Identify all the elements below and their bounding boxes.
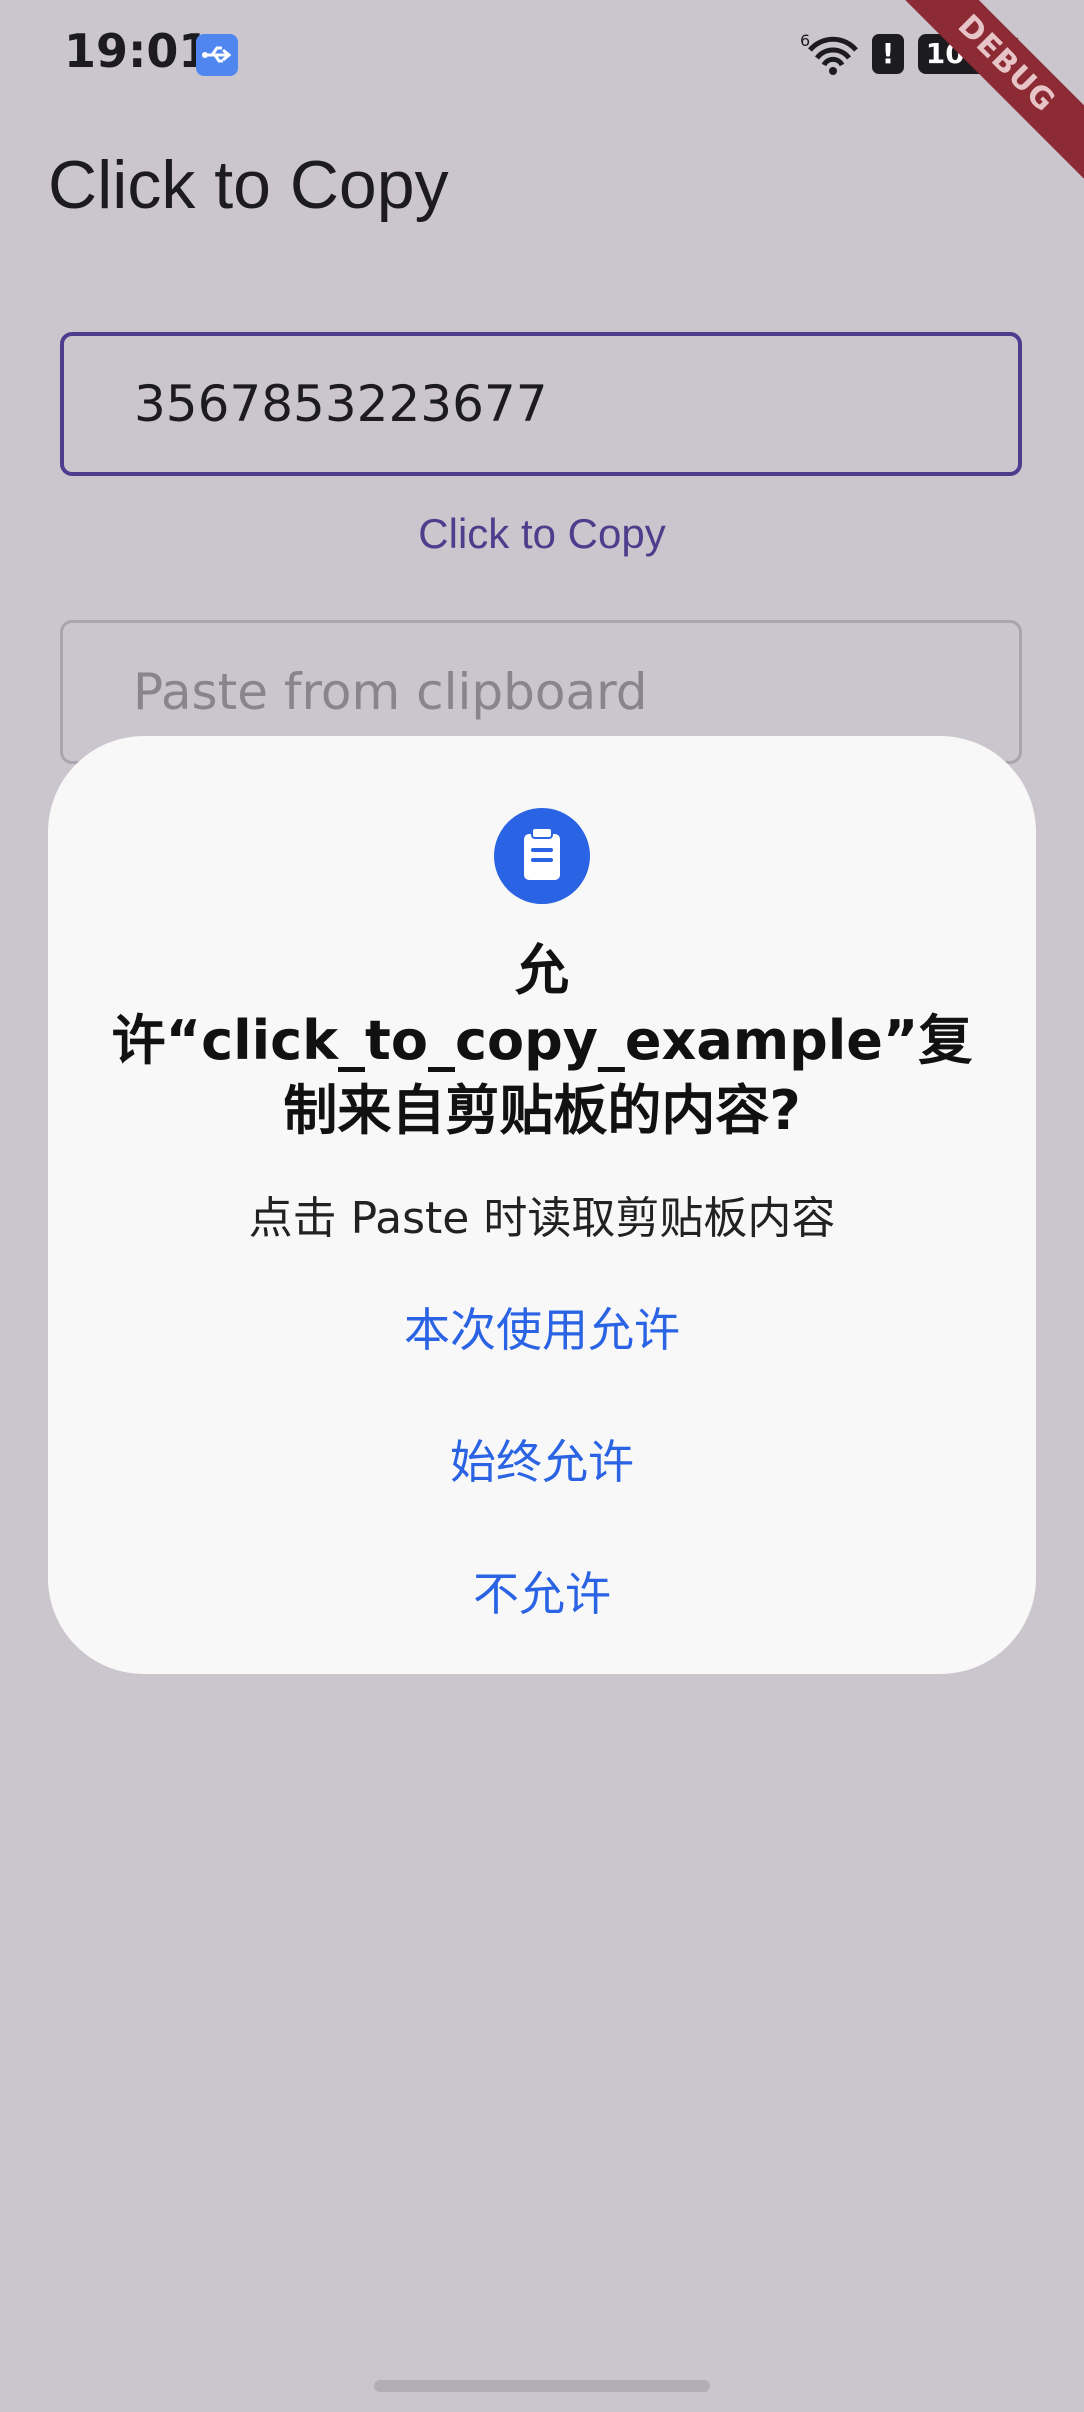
app-title: Click to Copy (48, 147, 449, 223)
usb-icon (196, 34, 238, 76)
svg-text:6: 6 (800, 31, 810, 50)
wifi-icon: 6 (800, 30, 862, 80)
click-to-copy-button[interactable]: Click to Copy (0, 510, 1084, 558)
home-indicator[interactable] (374, 2380, 710, 2392)
copy-text-input[interactable] (134, 336, 994, 472)
status-time: 19:01 (64, 24, 211, 78)
dialog-title: 允许“click_to_copy_example”复制来自剪贴板的内容? (111, 939, 973, 1142)
clipboard-icon (494, 808, 590, 904)
always-allow-button[interactable]: 始终允许 (48, 1426, 1036, 1492)
allow-once-button[interactable]: 本次使用允许 (48, 1294, 1036, 1360)
clipboard-permission-dialog: 允许“click_to_copy_example”复制来自剪贴板的内容? 点击 … (48, 736, 1036, 1674)
copy-text-field[interactable] (60, 332, 1022, 476)
deny-button[interactable]: 不允许 (48, 1558, 1036, 1624)
debug-banner: DEBUG (888, 0, 1084, 182)
dialog-subtitle: 点击 Paste 时读取剪贴板内容 (248, 1193, 836, 1244)
status-bar: 19:01 6 ! 100 ⚡ DEBUG (0, 0, 1084, 182)
alert-icon: ! (872, 34, 904, 74)
